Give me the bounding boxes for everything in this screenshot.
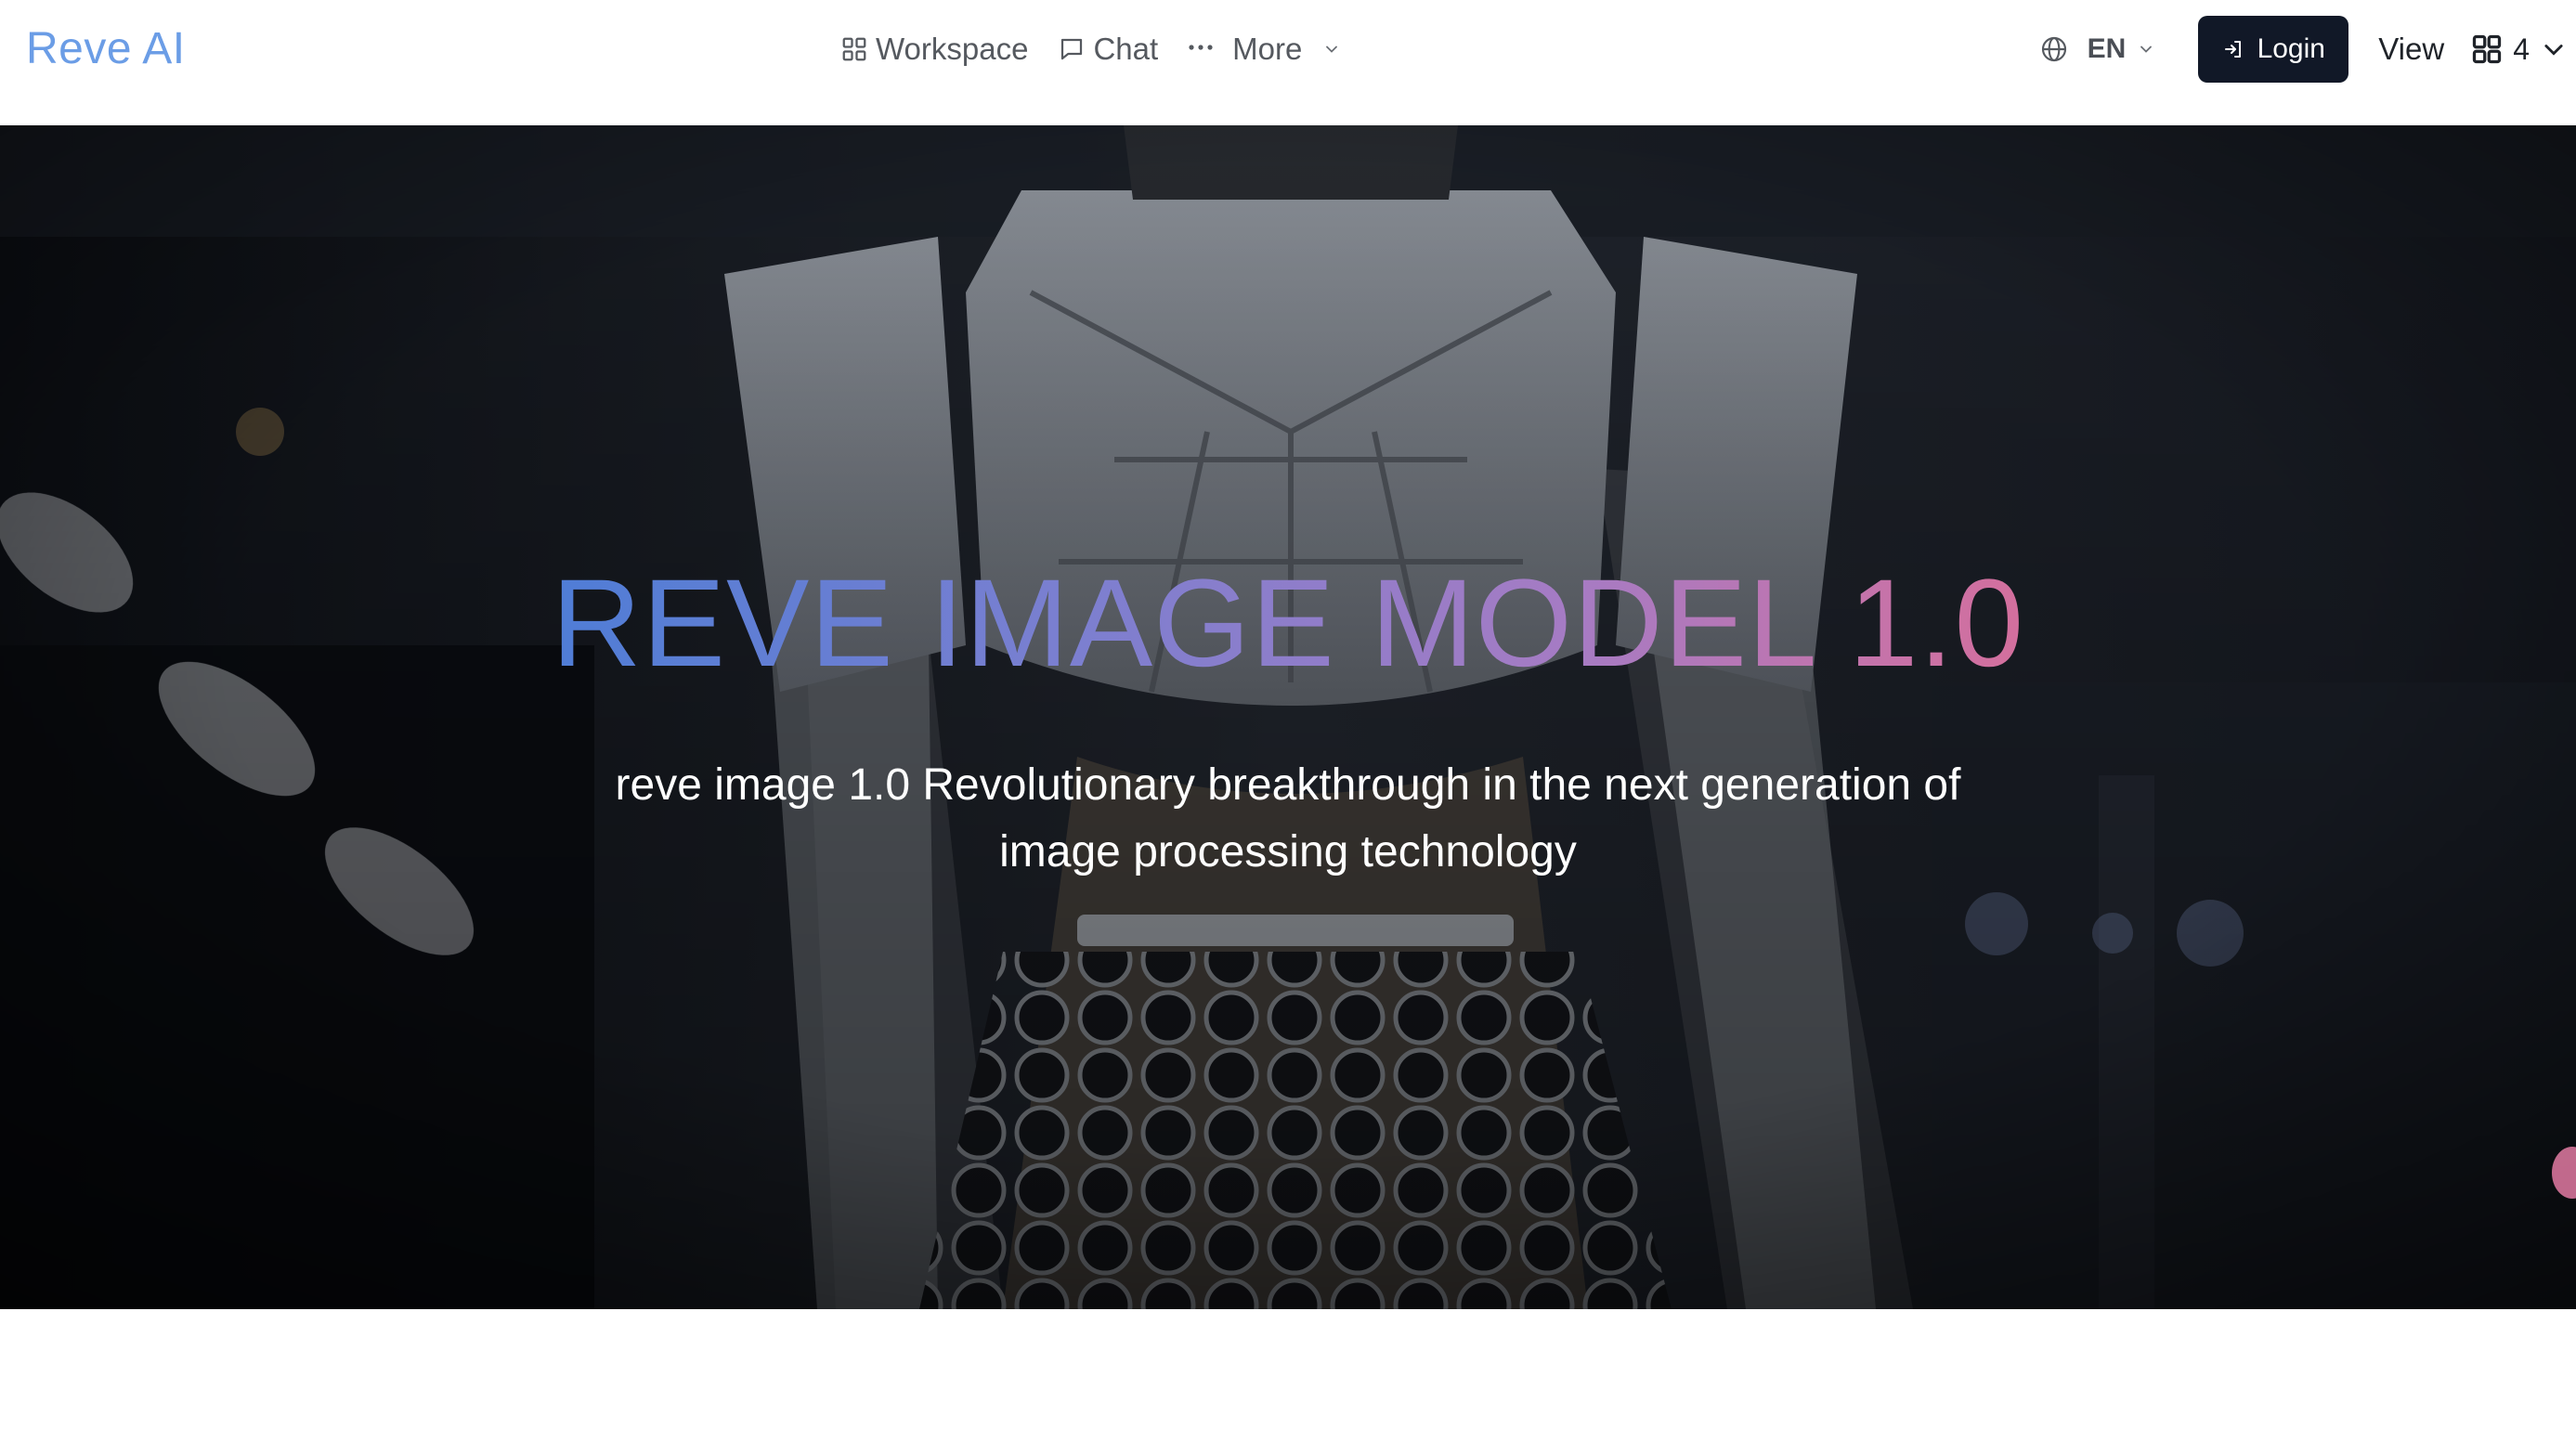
grid-layout-icon (2470, 32, 2504, 66)
nav-chat-label: Chat (1093, 32, 1159, 66)
nav-workspace[interactable]: Workspace (840, 17, 1028, 82)
brand-logo[interactable]: Reve AI (26, 17, 186, 82)
nav-more-label: More (1232, 32, 1303, 66)
hero-subtitle: reve image 1.0 Revolutionary breakthroug… (615, 760, 1961, 876)
page-content-area (0, 1309, 2576, 1441)
nav-workspace-label: Workspace (876, 32, 1029, 66)
globe-icon (2039, 34, 2069, 64)
login-button[interactable]: Login (2198, 16, 2349, 83)
view-label[interactable]: View (2378, 32, 2444, 67)
grid-columns-selector[interactable]: 4 (2470, 32, 2567, 67)
grid-column-count: 4 (2513, 32, 2530, 66)
login-icon (2222, 38, 2244, 60)
login-label: Login (2257, 33, 2325, 64)
chevron-down-icon (1322, 40, 1341, 58)
header-actions: EN Login View 4 (2039, 16, 2567, 83)
language-label: EN (2087, 33, 2127, 64)
main-nav: Workspace Chat More (840, 17, 1341, 82)
nav-chat[interactable]: Chat (1058, 17, 1158, 82)
ellipsis-icon (1188, 44, 1214, 55)
chat-bubble-icon (1058, 35, 1086, 63)
top-navbar: Reve AI Workspace Chat More EN Login Vie… (0, 0, 2576, 125)
hero-title: REVE IMAGE MODEL 1.0 (0, 562, 2576, 686)
grid-icon (840, 35, 868, 63)
nav-more[interactable]: More (1188, 17, 1341, 82)
language-selector[interactable]: EN (2039, 33, 2156, 65)
chevron-down-icon (2137, 40, 2155, 58)
hero-title-text: REVE IMAGE MODEL 1.0 (551, 554, 2025, 693)
hero-background-image (0, 125, 2576, 1309)
chevron-down-icon (2541, 36, 2567, 62)
hero-banner: REVE IMAGE MODEL 1.0 reve image 1.0 Revo… (0, 125, 2576, 1309)
